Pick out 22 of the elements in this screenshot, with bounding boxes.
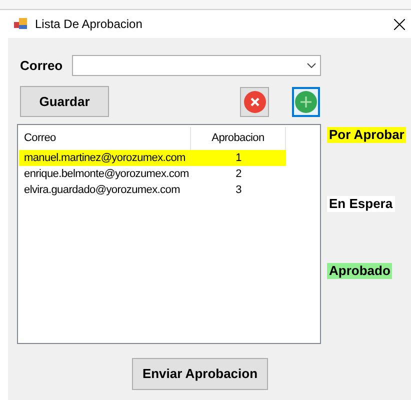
chevron-down-icon <box>306 63 316 68</box>
list-row[interactable]: manuel.martinez@yorozumex.com 1 <box>19 150 286 166</box>
window-title: Lista De Aprobacion <box>35 16 142 33</box>
status-legend: En Espera <box>327 196 395 212</box>
status-legend: Por Aprobar <box>327 127 406 143</box>
email-text: elvira.guardado@yorozumex.com <box>23 182 181 198</box>
app-icon <box>14 18 28 30</box>
email-text: enrique.belmonte@yorozumex.com <box>23 166 190 182</box>
close-icon[interactable] <box>394 18 405 30</box>
correo-dropdown[interactable] <box>72 55 321 76</box>
email-text: manuel.martinez@yorozumex.com <box>23 150 186 166</box>
add-button[interactable] <box>292 86 320 116</box>
plus-circle-icon <box>295 90 317 112</box>
delete-button[interactable] <box>240 86 269 116</box>
save-button[interactable]: Guardar <box>20 86 109 117</box>
status-legend: Aprobado <box>327 263 392 279</box>
order-text: 3 <box>234 182 242 198</box>
order-text: 1 <box>234 150 242 166</box>
send-approval-button[interactable]: Enviar Aprobacion <box>132 358 268 390</box>
order-text: 2 <box>234 166 242 182</box>
close-circle-icon <box>244 90 266 112</box>
correo-label: Correo <box>20 56 63 75</box>
